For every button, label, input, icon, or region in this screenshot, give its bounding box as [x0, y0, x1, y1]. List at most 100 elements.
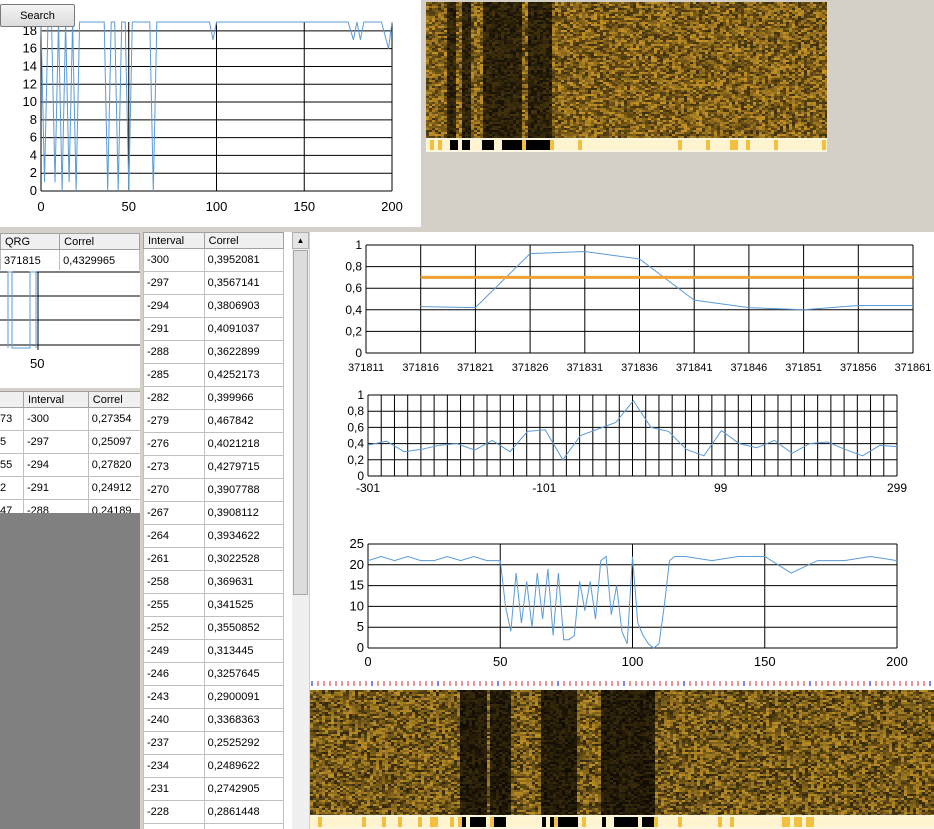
table-row[interactable]: -246 0,3257645 — [143, 662, 285, 686]
interval-left-cell: 55 — [0, 453, 24, 477]
series-line — [420, 250, 913, 311]
x-tick-label: 0 — [37, 199, 44, 214]
table-row[interactable]: 5 -297 0,25097 — [0, 430, 140, 454]
interval-cell: 0,2990999 — [203, 823, 285, 829]
scroll-up-icon[interactable]: ▲ — [292, 232, 309, 249]
interval-header[interactable]: Interval — [143, 232, 205, 249]
table-row[interactable]: -252 0,3550852 — [143, 616, 285, 640]
table-row[interactable]: -276 0,4021218 — [143, 432, 285, 456]
table-row[interactable]: -258 0,369631 — [143, 570, 285, 594]
table-row[interactable]: -255 0,341525 — [143, 593, 285, 617]
y-tick-label: 0,6 — [347, 420, 364, 434]
table-row[interactable]: -267 0,3908112 — [143, 501, 285, 525]
interval-cell: 0,4279715 — [203, 455, 285, 479]
interval-left-cell: 73 — [0, 407, 24, 431]
table-row[interactable]: -231 0,2742905 — [143, 777, 285, 801]
interval-cell: -276 — [143, 432, 205, 456]
table-row[interactable]: -261 0,3022528 — [143, 547, 285, 571]
interval-header[interactable]: Interval — [23, 391, 89, 408]
y-tick-label: 0,4 — [345, 303, 362, 317]
interval-left-cell: 0,27820 — [87, 453, 140, 477]
table-row[interactable]: -228 0,2861448 — [143, 800, 285, 824]
interval-cell: 0,3622899 — [203, 340, 285, 364]
waterfall-bottom — [310, 680, 934, 829]
interval-cell: 0,4252173 — [203, 363, 285, 387]
table-row[interactable]: -264 0,3934622 — [143, 524, 285, 548]
x-tick-label: 371841 — [676, 362, 713, 374]
x-tick-label: 100 — [622, 654, 644, 669]
interval-cell: 0,2861448 — [203, 800, 285, 824]
interval-cell: 0,3368363 — [203, 708, 285, 732]
interval-left-cell: 47 — [0, 499, 24, 513]
table-row[interactable]: -237 0,2525292 — [143, 731, 285, 755]
interval-cell: -267 — [143, 501, 205, 525]
interval-cell: 0,3257645 — [203, 662, 285, 686]
interval-cell: -246 — [143, 662, 205, 686]
table-row[interactable]: -249 0,313445 — [143, 639, 285, 663]
signal-level-chart: 0 5 10 15 20 25 0 50 100 150 200 — [350, 536, 908, 669]
table-row[interactable]: -240 0,3368363 — [143, 708, 285, 732]
x-tick-label: 50 — [493, 654, 507, 669]
table-row[interactable]: -300 0,3952081 — [143, 248, 285, 272]
interval-table[interactable]: Interval Correl -300 0,3952081 -297 0,35671… — [143, 232, 285, 829]
interval-cell: 0,2489622 — [203, 754, 285, 778]
interval-cell: 0,2525292 — [203, 731, 285, 755]
y-tick-label: 14 — [23, 58, 37, 73]
interval-cell: -252 — [143, 616, 205, 640]
table-row[interactable]: -243 0,2900091 — [143, 685, 285, 709]
x-tick-label: 371811 — [348, 362, 384, 374]
table-row[interactable]: 55 -294 0,27820 — [0, 453, 140, 477]
correl-header[interactable]: Correl — [59, 233, 140, 250]
interval-table-scrollbar[interactable]: ▲ — [292, 232, 309, 829]
interval-table-left[interactable]: Interval Correl 73 -300 0,27354 5 -297 0,2509… — [0, 391, 140, 513]
blank-header[interactable] — [0, 391, 24, 408]
table-row[interactable]: -234 0,2489622 — [143, 754, 285, 778]
y-tick-label: 0 — [355, 346, 362, 360]
table-row[interactable]: 47 -288 0,24189 — [0, 499, 140, 513]
gray-area — [0, 513, 140, 829]
interval-cell: -249 — [143, 639, 205, 663]
correl-header[interactable]: Correl — [87, 391, 140, 408]
y-tick-label: 20 — [350, 557, 364, 572]
table-row[interactable]: -270 0,3907788 — [143, 478, 285, 502]
interval-cell: -264 — [143, 524, 205, 548]
y-tick-label: 2 — [30, 165, 37, 180]
interval-left-cell: 5 — [0, 430, 24, 454]
interval-cell: 0,4021218 — [203, 432, 285, 456]
qrg-header[interactable]: QRG — [0, 233, 61, 250]
interval-cell: 0,3934622 — [203, 524, 285, 548]
qrg-table[interactable]: QRG Correl 371815 0,4329965 — [0, 233, 140, 273]
scroll-thumb[interactable] — [293, 250, 308, 595]
table-row[interactable]: 2 -291 0,24912 — [0, 476, 140, 500]
interval-left-cell: -291 — [23, 476, 89, 500]
search-button[interactable]: Search — [0, 4, 75, 27]
correl-header[interactable]: Correl — [203, 232, 285, 249]
interval-cell: 0,3022528 — [203, 547, 285, 571]
interval-cell: -261 — [143, 547, 205, 571]
interval-cell: 0,3907788 — [203, 478, 285, 502]
x-tick-label: 371816 — [402, 362, 439, 374]
table-row[interactable]: -288 0,3622899 — [143, 340, 285, 364]
signal-count-chart: 0246810121416180 50 100 150 200 — [23, 21, 403, 214]
table-row[interactable]: -2250,2990999 — [143, 823, 285, 829]
table-row[interactable]: -282 0,399966 — [143, 386, 285, 410]
table-row[interactable]: 73 -300 0,27354 — [0, 407, 140, 431]
table-row[interactable]: -273 0,4279715 — [143, 455, 285, 479]
table-row[interactable]: -294 0,3806903 — [143, 294, 285, 318]
y-tick-label: 1 — [355, 238, 362, 252]
y-tick-label: 10 — [350, 598, 364, 613]
y-tick-label: 0,2 — [347, 453, 364, 467]
table-row[interactable]: -285 0,4252173 — [143, 363, 285, 387]
table-row[interactable]: -297 0,3567141 — [143, 271, 285, 295]
y-tick-label: 0 — [357, 640, 364, 655]
interval-cell: 0,313445 — [203, 639, 285, 663]
x-tick-label: -101 — [532, 481, 556, 495]
interval-left-cell: 0,24912 — [87, 476, 140, 500]
interval-left-cell: 0,24189 — [87, 499, 140, 513]
y-tick-label: 0,8 — [347, 404, 364, 418]
table-row[interactable]: -291 0,4091037 — [143, 317, 285, 341]
interval-left-cell: -300 — [23, 407, 89, 431]
table-row[interactable]: -279 0,467842 — [143, 409, 285, 433]
right-charts-panel: 0 0,2 0,4 0,6 0,8 1 371811 371816 371821 371826 37… — [310, 232, 934, 684]
interval-cell: -225 — [143, 823, 205, 829]
